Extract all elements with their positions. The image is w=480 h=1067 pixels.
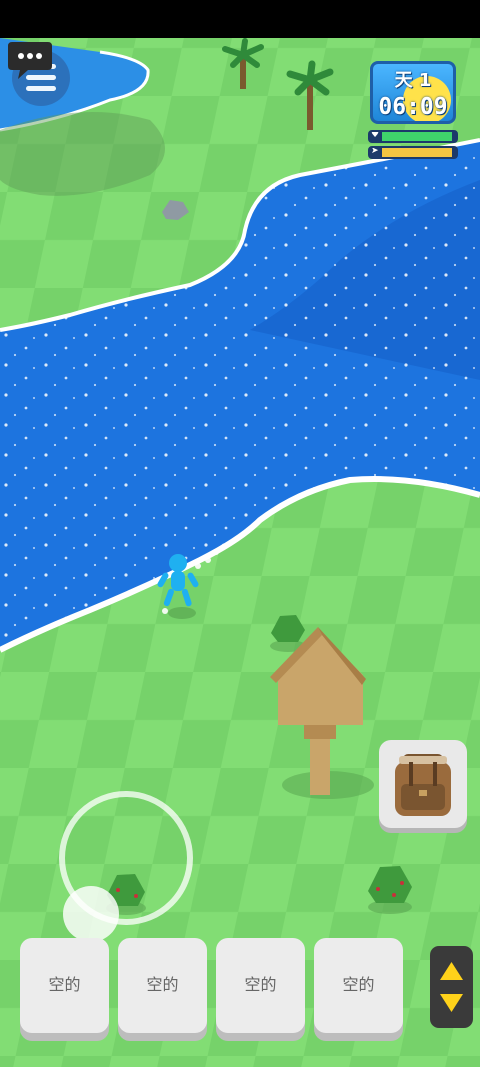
fish-icon: ➤ [371,146,379,156]
speech-bubble-icon [8,42,52,79]
joystick-knob[interactable] [63,886,119,942]
up-down-arrows-icon [440,962,463,1012]
hunger-bar: ➤ [368,146,458,159]
chat-button[interactable] [6,38,54,82]
inventory-cycle-button[interactable] [430,946,473,1028]
health-bar: ♥ [368,130,458,143]
slot-label: 空的 [146,975,179,994]
slot-label: 空的 [48,975,81,994]
slot-label: 空的 [244,975,277,994]
game-screen: 天 1 06:09 ♥ ➤ 空的 空的 空的 空的 [0,0,480,1067]
day-counter: 天 1 [394,70,432,91]
health-bar-fill [382,132,452,141]
inventory-slot-3[interactable]: 空的 [216,938,305,1033]
backpack-button[interactable] [379,740,467,828]
status-bar [0,0,480,38]
inventory-slot-4[interactable]: 空的 [314,938,403,1033]
hunger-bar-fill [382,148,452,157]
day-clock-panel: 天 1 06:09 [370,61,456,124]
inventory-slot-1[interactable]: 空的 [20,938,109,1033]
heart-icon: ♥ [371,130,380,140]
clock-time: 06:09 [378,94,448,120]
inventory-slot-2[interactable]: 空的 [118,938,207,1033]
backpack-icon [395,754,451,816]
slot-label: 空的 [342,975,375,994]
